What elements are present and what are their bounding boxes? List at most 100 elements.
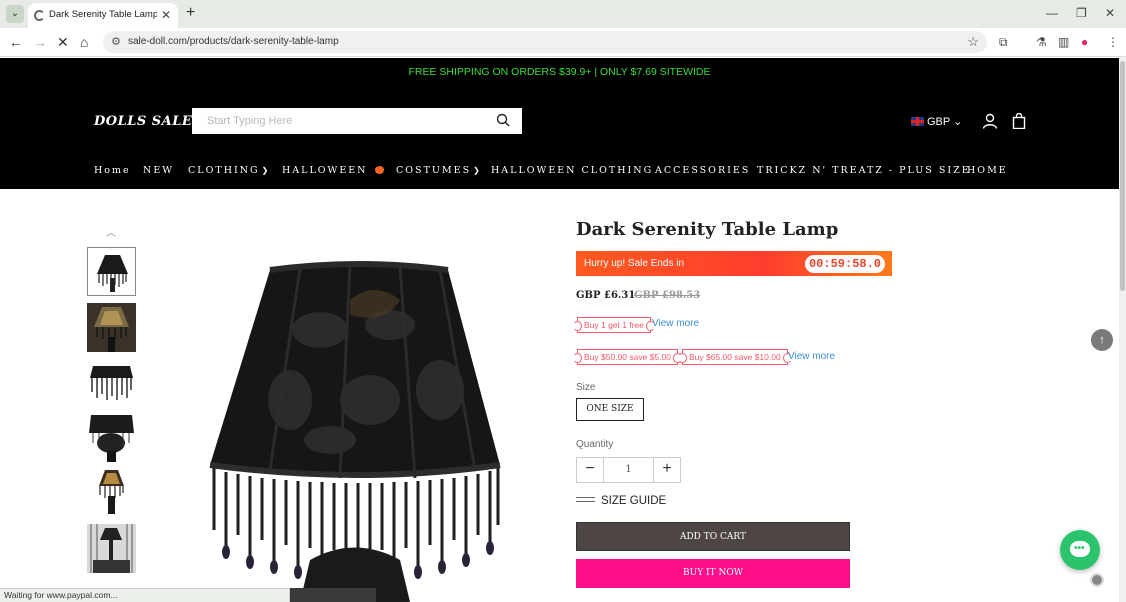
buy-now-button[interactable]: BUY IT NOW: [576, 559, 850, 588]
url-text: sale-doll.com/products/dark-serenity-tab…: [128, 36, 339, 47]
nav-label: HALLOWEEN: [282, 165, 368, 176]
size-option-button[interactable]: ONE SIZE: [576, 398, 644, 421]
nav-label: TRICKZ N' TREATZ - PLUS SIZE: [757, 165, 971, 176]
search-icon[interactable]: [496, 113, 510, 127]
lamp-glow-thumbnail-image: [99, 470, 124, 514]
tab-title: Dark Serenity Table Lamp - sa: [49, 9, 157, 20]
offer-coupon[interactable]: Buy $65.00 save $10.00: [678, 349, 792, 365]
minimize-icon[interactable]: —: [1046, 6, 1058, 20]
home-icon[interactable]: ⌂: [80, 34, 88, 50]
currency-selector[interactable]: GBP ⌄: [911, 115, 962, 128]
browser-menu-icon[interactable]: ⋮: [1107, 35, 1119, 49]
restore-icon[interactable]: ❐: [1076, 6, 1087, 20]
countdown-timer: 00:59:58.0: [805, 255, 885, 273]
shopping-bag-icon[interactable]: [1011, 113, 1027, 129]
uk-flag-icon: [911, 117, 924, 126]
arrow-up-icon: ↑: [1099, 334, 1105, 346]
nav-label: ACCESSORIES: [655, 165, 751, 176]
tab-search-button[interactable]: ⌄: [6, 5, 24, 23]
page-scrollbar[interactable]: [1119, 57, 1126, 602]
lamp-shade-thumbnail-image: [90, 366, 133, 400]
main-product-image[interactable]: [200, 240, 520, 602]
browser-toolbar: ← → ✕ ⌂ ⚙ sale-doll.com/products/dark-se…: [0, 28, 1126, 57]
search-box: [192, 108, 522, 134]
nav-accessories[interactable]: ACCESSORIES: [655, 165, 750, 176]
browser-tab[interactable]: Dark Serenity Table Lamp - sa ✕: [28, 3, 178, 28]
increase-quantity-button[interactable]: +: [653, 458, 680, 482]
nav-plus-size[interactable]: TRICKZ N' TREATZ - PLUS SIZE: [757, 165, 971, 176]
search-input[interactable]: [192, 108, 482, 134]
offer-coupon[interactable]: Buy $50.00 save $5.00: [573, 349, 682, 365]
promo-bar: FREE SHIPPING ON ORDERS $39.9+ | ONLY $7…: [0, 58, 1119, 87]
nav-label: CLOTHING: [188, 165, 260, 176]
extensions-icon[interactable]: ⧉: [999, 35, 1008, 50]
decrease-quantity-button[interactable]: −: [577, 458, 604, 482]
product-thumbnail[interactable]: [87, 247, 136, 296]
add-to-cart-button[interactable]: ADD TO CART: [576, 522, 850, 551]
sale-banner-text: Hurry up! Sale Ends in: [584, 258, 685, 269]
site-logo[interactable]: DOLLS SALE: [94, 114, 192, 129]
address-bar[interactable]: ⚙ sale-doll.com/products/dark-serenity-t…: [103, 31, 987, 53]
nav-halloween[interactable]: HALLOWEEN: [282, 165, 384, 176]
back-to-top-button[interactable]: ↑: [1091, 329, 1113, 351]
chevron-down-icon: ❯: [473, 166, 480, 175]
size-guide-link[interactable]: SIZE GUIDE: [576, 495, 666, 507]
accessibility-icon[interactable]: [1090, 573, 1104, 587]
forward-arrow-icon[interactable]: →: [33, 34, 47, 50]
side-panel-icon[interactable]: ▥: [1058, 35, 1069, 49]
page-bottom-strip: [290, 588, 376, 602]
lamp-detail-thumbnail-image: [89, 415, 134, 462]
product-thumbnail[interactable]: [87, 524, 136, 573]
stop-loading-icon[interactable]: ✕: [57, 34, 69, 51]
size-guide-label: SIZE GUIDE: [601, 495, 667, 507]
product-thumbnail[interactable]: [87, 303, 136, 352]
account-icon[interactable]: [982, 113, 998, 129]
currency-code: GBP: [927, 116, 951, 128]
new-tab-button[interactable]: +: [186, 4, 195, 22]
close-tab-icon[interactable]: ✕: [161, 8, 171, 22]
original-price: GBP £98.53: [634, 290, 701, 301]
nav-label: HOME: [967, 165, 1008, 176]
sale-price: GBP £6.31: [576, 290, 636, 301]
view-more-link[interactable]: View more: [788, 351, 835, 362]
chevron-down-icon: ⌄: [953, 116, 963, 128]
nav-halloween-clothing[interactable]: HALLOWEEN CLOTHING: [491, 165, 653, 176]
chevron-down-icon: ❯: [261, 166, 269, 175]
site-header: DOLLS SALE GBP ⌄ Home NEW CLOTHING❯ HALL…: [0, 87, 1119, 189]
browser-status-bar: Waiting for www.paypal.com...: [0, 588, 290, 602]
nav-costumes[interactable]: COSTUMES ❯: [396, 165, 480, 176]
nav-label: HALLOWEEN CLOTHING: [491, 165, 654, 176]
product-title: Dark Serenity Table Lamp: [576, 219, 839, 240]
product-thumbnail[interactable]: [87, 413, 136, 462]
bookmark-star-icon[interactable]: ☆: [967, 34, 979, 50]
loading-spinner-icon: [34, 10, 45, 21]
scrollbar-thumb[interactable]: [1120, 61, 1125, 291]
lamp-thumbnail-image: [97, 255, 128, 292]
nav-clothing[interactable]: CLOTHING ❯: [188, 165, 268, 176]
lab-flask-icon[interactable]: ⚗: [1036, 35, 1047, 49]
view-more-link[interactable]: View more: [652, 318, 699, 329]
chevron-up-icon[interactable]: ︿: [106, 224, 116, 239]
chat-widget-button[interactable]: •••: [1060, 530, 1100, 570]
product-thumbnail[interactable]: [87, 468, 136, 517]
nav-home[interactable]: Home: [94, 165, 131, 176]
nav-new[interactable]: NEW: [143, 165, 174, 176]
window-close-icon[interactable]: ✕: [1105, 6, 1115, 20]
nav-label: NEW: [143, 165, 175, 176]
quantity-value[interactable]: 1: [604, 458, 653, 482]
site-info-icon[interactable]: ⚙: [111, 35, 121, 48]
pumpkin-icon: [374, 166, 384, 174]
sale-countdown-banner: Hurry up! Sale Ends in 00:59:58.0: [576, 251, 892, 276]
nav-home-decor[interactable]: HOME: [967, 165, 1008, 176]
offer-coupon[interactable]: Buy 1 get 1 free: [572, 317, 656, 333]
ruler-icon: [576, 497, 595, 502]
nav-label: Home: [94, 165, 131, 176]
browser-tab-strip: ⌄ Dark Serenity Table Lamp - sa ✕ + — ❐ …: [0, 0, 1126, 28]
back-arrow-icon[interactable]: ←: [9, 34, 23, 50]
lamp-room-thumbnail-image: [87, 524, 136, 573]
profile-avatar-icon[interactable]: ●: [1081, 35, 1088, 49]
nav-label: COSTUMES: [396, 165, 472, 176]
lamp-lit-thumbnail-image: [87, 303, 136, 352]
quantity-stepper: − 1 +: [576, 457, 681, 483]
product-thumbnail[interactable]: [87, 358, 136, 407]
